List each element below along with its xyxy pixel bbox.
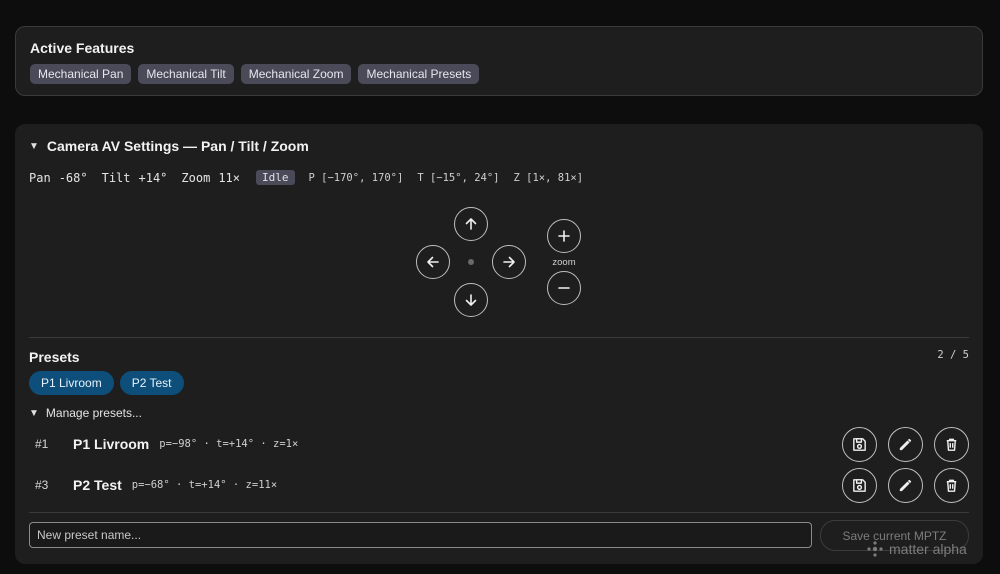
zoom-in-button[interactable]	[547, 219, 581, 253]
preset-save-button[interactable]	[842, 426, 877, 462]
preset-name: P1 Livroom	[73, 436, 150, 452]
preset-name: P2 Test	[73, 477, 122, 493]
preset-actions	[842, 467, 969, 503]
preset-edit-button[interactable]	[888, 426, 923, 462]
tilt-label: Tilt	[101, 170, 131, 185]
preset-number: #1	[35, 437, 49, 451]
feature-chip-presets: Mechanical Presets	[358, 64, 480, 84]
section-divider	[29, 512, 969, 513]
preset-actions	[842, 426, 969, 462]
preset-row: #1 P1 Livroom p=−98° · t=+14° · z=1×	[29, 426, 969, 462]
preset-delete-button[interactable]	[934, 426, 969, 462]
camera-settings-toggle[interactable]: ▼ Camera AV Settings — Pan / Tilt / Zoom	[29, 138, 309, 154]
tilt-up-button[interactable]	[454, 207, 488, 241]
pencil-icon	[899, 479, 912, 491]
presets-title: Presets	[29, 349, 80, 365]
preset-chip-list: P1 Livroom P2 Test	[29, 371, 184, 395]
arrow-up-icon	[465, 218, 477, 230]
joystick-center-dot	[468, 259, 474, 265]
trash-icon	[946, 479, 957, 492]
preset-values: p=−68° · t=+14° · z=11×	[131, 479, 278, 491]
pan-value: -68°	[58, 170, 88, 185]
section-divider	[29, 337, 969, 338]
preset-values: p=−98° · t=+14° · z=1×	[159, 438, 299, 450]
arrow-down-icon	[465, 294, 477, 306]
pan-range: P [−170°, 170°]	[308, 171, 404, 184]
feature-chip-tilt: Mechanical Tilt	[138, 64, 234, 84]
new-preset-name-input[interactable]	[29, 522, 812, 548]
arrow-right-icon	[503, 256, 515, 268]
tilt-range: T [−15°, 24°]	[417, 171, 500, 184]
preset-delete-button[interactable]	[934, 467, 969, 503]
camera-settings-title: Camera AV Settings — Pan / Tilt / Zoom	[46, 138, 309, 154]
features-chip-list: Mechanical Pan Mechanical Tilt Mechanica…	[30, 64, 968, 84]
watermark-text: matter alpha	[889, 541, 967, 557]
presets-count: 2 / 5	[937, 349, 969, 361]
collapse-triangle-icon: ▼	[29, 407, 39, 419]
pan-right-button[interactable]	[492, 245, 526, 279]
trash-icon	[946, 438, 957, 451]
watermark: matter alpha	[866, 540, 967, 558]
pan-label: Pan	[29, 170, 51, 185]
preset-number: #3	[35, 478, 49, 492]
zoom-range: Z [1×, 81×]	[513, 171, 584, 184]
pan-left-button[interactable]	[416, 245, 450, 279]
active-features-card: Active Features Mechanical Pan Mechanica…	[15, 26, 983, 96]
feature-chip-pan: Mechanical Pan	[30, 64, 132, 84]
features-title: Active Features	[30, 40, 135, 56]
state-badge: Idle	[256, 170, 295, 185]
pencil-icon	[899, 438, 912, 450]
minus-icon	[558, 287, 570, 289]
floppy-disk-icon	[853, 478, 866, 492]
arrow-left-icon	[427, 256, 439, 268]
zoom-label: Zoom	[181, 170, 211, 185]
manage-presets-label: Manage presets...	[45, 406, 142, 420]
tilt-down-button[interactable]	[454, 283, 488, 317]
preset-chip-p2[interactable]: P2 Test	[119, 371, 184, 395]
preset-save-button[interactable]	[842, 467, 877, 503]
floppy-disk-icon	[853, 437, 866, 451]
preset-row: #3 P2 Test p=−68° · t=+14° · z=11×	[29, 467, 969, 503]
zoom-caption: zoom	[552, 257, 576, 268]
zoom-value: 11×	[218, 170, 240, 185]
plus-icon	[558, 230, 570, 242]
preset-chip-p1[interactable]: P1 Livroom	[29, 371, 114, 395]
preset-edit-button[interactable]	[888, 467, 923, 503]
camera-settings-card: ▼ Camera AV Settings — Pan / Tilt / Zoom…	[15, 124, 983, 564]
ptz-status-line: Pan -68° Tilt +14° Zoom 11× Idle P [−170…	[29, 170, 597, 185]
zoom-out-button[interactable]	[547, 271, 581, 305]
manage-presets-toggle[interactable]: ▼ Manage presets...	[29, 406, 142, 420]
feature-chip-zoom: Mechanical Zoom	[240, 64, 352, 84]
matter-logo-icon	[867, 541, 883, 557]
collapse-triangle-icon: ▼	[29, 140, 39, 152]
tilt-value: +14°	[138, 170, 168, 185]
